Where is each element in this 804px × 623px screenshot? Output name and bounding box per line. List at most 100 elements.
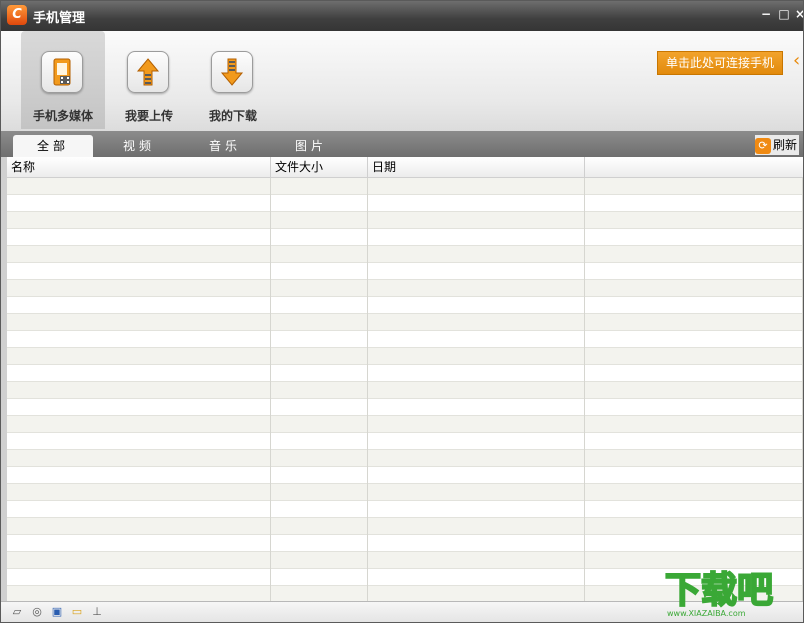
file-table[interactable]: 名称 文件大小 日期 <box>7 157 803 601</box>
title-bar[interactable]: C 手机管理 − □ × <box>1 1 803 31</box>
table-cell <box>271 399 368 416</box>
close-button[interactable]: × <box>795 7 803 21</box>
table-cell <box>271 195 368 212</box>
usb-icon[interactable]: ⊥ <box>89 605 105 619</box>
table-cell <box>271 450 368 467</box>
save-icon[interactable]: ▣ <box>49 605 65 619</box>
table-row[interactable] <box>7 212 803 229</box>
connect-phone-button[interactable]: 单击此处可连接手机 <box>656 51 783 75</box>
table-cell <box>368 535 585 552</box>
category-tabbar: 全部 视频 音乐 图片 ⟳ 刷新 <box>1 131 803 157</box>
table-cell <box>7 382 271 399</box>
cd-icon[interactable]: ◎ <box>29 605 45 619</box>
table-row[interactable] <box>7 484 803 501</box>
table-row[interactable] <box>7 399 803 416</box>
table-cell <box>271 263 368 280</box>
tab-pictures[interactable]: 图片 <box>271 135 351 157</box>
upload-arrow-icon <box>127 51 169 93</box>
table-cell <box>585 399 803 416</box>
column-header-date[interactable]: 日期 <box>368 157 585 177</box>
table-row[interactable] <box>7 195 803 212</box>
refresh-icon: ⟳ <box>754 137 771 154</box>
svg-text:下载吧: 下载吧 <box>665 570 773 611</box>
table-cell <box>368 569 585 586</box>
main-toolbar: 手机多媒体 我要上传 我的下载 单击此处可连接手机 ‹ <box>1 31 803 131</box>
table-cell <box>368 399 585 416</box>
table-cell <box>368 178 585 195</box>
multimedia-phone-icon <box>41 51 83 93</box>
toolbar-label: 手机多媒体 <box>32 109 93 123</box>
table-cell <box>368 280 585 297</box>
column-header-size[interactable]: 文件大小 <box>271 157 368 177</box>
tab-video[interactable]: 视频 <box>99 135 179 157</box>
table-cell <box>7 569 271 586</box>
table-row[interactable] <box>7 280 803 297</box>
table-row[interactable] <box>7 535 803 552</box>
table-cell <box>271 467 368 484</box>
table-cell <box>7 467 271 484</box>
tab-music[interactable]: 音乐 <box>185 135 265 157</box>
table-row[interactable] <box>7 348 803 365</box>
table-cell <box>7 280 271 297</box>
table-cell <box>7 331 271 348</box>
table-cell <box>368 212 585 229</box>
table-cell <box>368 263 585 280</box>
table-cell <box>585 433 803 450</box>
chevron-left-icon[interactable]: ‹ <box>793 49 803 73</box>
table-row[interactable] <box>7 314 803 331</box>
table-row[interactable] <box>7 331 803 348</box>
table-cell <box>585 229 803 246</box>
table-cell <box>368 501 585 518</box>
table-row[interactable] <box>7 365 803 382</box>
toolbar-download[interactable]: 我的下载 <box>191 31 275 129</box>
folder-icon[interactable]: ▭ <box>69 605 85 619</box>
toolbar-multimedia[interactable]: 手机多媒体 <box>21 31 105 129</box>
table-row[interactable] <box>7 450 803 467</box>
table-cell <box>368 348 585 365</box>
table-cell <box>7 348 271 365</box>
table-cell <box>368 246 585 263</box>
table-cell <box>271 535 368 552</box>
table-cell <box>368 416 585 433</box>
svg-text:www.XIAZAIBA.com: www.XIAZAIBA.com <box>667 609 746 618</box>
disk-icon[interactable]: ▱ <box>9 605 25 619</box>
table-row[interactable] <box>7 467 803 484</box>
table-cell <box>271 331 368 348</box>
refresh-button[interactable]: ⟳ 刷新 <box>754 135 799 155</box>
table-cell <box>7 552 271 569</box>
table-cell <box>7 416 271 433</box>
table-cell <box>7 246 271 263</box>
table-cell <box>368 450 585 467</box>
table-cell <box>585 382 803 399</box>
table-cell <box>368 331 585 348</box>
table-cell <box>271 416 368 433</box>
table-row[interactable] <box>7 178 803 195</box>
app-logo-icon: C <box>7 5 27 25</box>
table-row[interactable] <box>7 297 803 314</box>
refresh-label: 刷新 <box>772 138 797 152</box>
table-cell <box>7 535 271 552</box>
table-row[interactable] <box>7 501 803 518</box>
table-cell <box>585 518 803 535</box>
table-row[interactable] <box>7 518 803 535</box>
table-cell <box>368 433 585 450</box>
table-cell <box>271 314 368 331</box>
table-row[interactable] <box>7 416 803 433</box>
table-cell <box>585 195 803 212</box>
table-cell <box>271 484 368 501</box>
table-row[interactable] <box>7 382 803 399</box>
column-header-name[interactable]: 名称 <box>7 157 271 177</box>
table-row[interactable] <box>7 433 803 450</box>
table-row[interactable] <box>7 263 803 280</box>
table-row[interactable] <box>7 229 803 246</box>
table-cell <box>271 433 368 450</box>
toolbar-upload[interactable]: 我要上传 <box>107 31 191 129</box>
minimize-button[interactable]: − <box>759 7 773 21</box>
maximize-button[interactable]: □ <box>777 7 791 21</box>
toolbar-label: 我的下载 <box>208 109 257 123</box>
column-header-extra <box>585 157 803 177</box>
table-cell <box>585 501 803 518</box>
tab-all[interactable]: 全部 <box>13 135 93 157</box>
table-row[interactable] <box>7 246 803 263</box>
table-cell <box>585 348 803 365</box>
